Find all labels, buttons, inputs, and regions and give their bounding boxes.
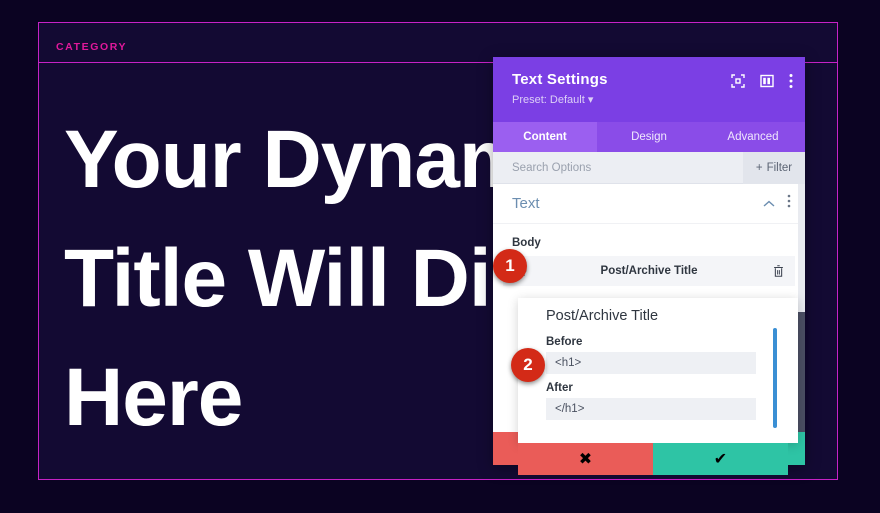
close-icon: ✖ [578, 451, 593, 468]
more-vertical-icon[interactable] [789, 73, 793, 89]
after-input[interactable] [546, 398, 756, 420]
tab-content[interactable]: Content [493, 122, 597, 152]
body-field-label: Body [512, 237, 541, 249]
preset-label: Preset: Default [512, 94, 585, 106]
modal-preset-selector[interactable]: Preset: Default ▾ [512, 93, 789, 106]
screenshot-root: CATEGORY Your Dynam Title Will Dis Here … [0, 0, 880, 513]
front-action-bar: ✖ ✔ [518, 443, 788, 475]
after-field-label: After [546, 382, 573, 394]
modal-tabs: Content Design Advanced [493, 122, 805, 152]
step-badge-1: 1 [493, 249, 527, 283]
dynamic-editor-scrollbar[interactable] [773, 328, 777, 428]
before-field-label: Before [546, 336, 583, 348]
chevron-down-icon: ▾ [587, 94, 594, 106]
step-badge-2: 2 [511, 348, 545, 382]
before-input[interactable] [546, 352, 756, 374]
filter-button[interactable]: + Filter [743, 151, 805, 184]
plus-icon: + [755, 161, 763, 174]
dynamic-content-row[interactable]: Post/Archive Title [503, 256, 795, 286]
front-save-button[interactable]: ✔ [653, 443, 788, 475]
section-icons [763, 194, 791, 213]
chevron-up-icon[interactable] [763, 195, 775, 213]
modal-scrollbar-track[interactable] [798, 184, 805, 465]
modal-header-icons [731, 73, 793, 89]
search-row: + Filter [493, 151, 805, 184]
more-vertical-icon[interactable] [787, 194, 791, 213]
category-label: CATEGORY [56, 41, 128, 53]
tab-design[interactable]: Design [597, 122, 701, 152]
trash-icon[interactable] [765, 264, 785, 278]
tab-advanced[interactable]: Advanced [701, 122, 805, 152]
dynamic-editor-title: Post/Archive Title [546, 308, 659, 324]
section-text-header[interactable]: Text [493, 184, 805, 224]
dynamic-content-value: Post/Archive Title [600, 265, 698, 277]
focus-icon[interactable] [731, 74, 745, 88]
check-icon: ✔ [713, 451, 728, 468]
layout-panel-icon[interactable] [760, 74, 774, 88]
modal-header: Text Settings Preset: Default ▾ [493, 57, 805, 122]
search-input[interactable] [493, 161, 743, 174]
filter-button-label: Filter [766, 161, 793, 174]
front-cancel-button[interactable]: ✖ [518, 443, 653, 475]
dynamic-content-editor: Post/Archive Title Before After [518, 298, 798, 443]
section-title: Text [512, 195, 540, 212]
